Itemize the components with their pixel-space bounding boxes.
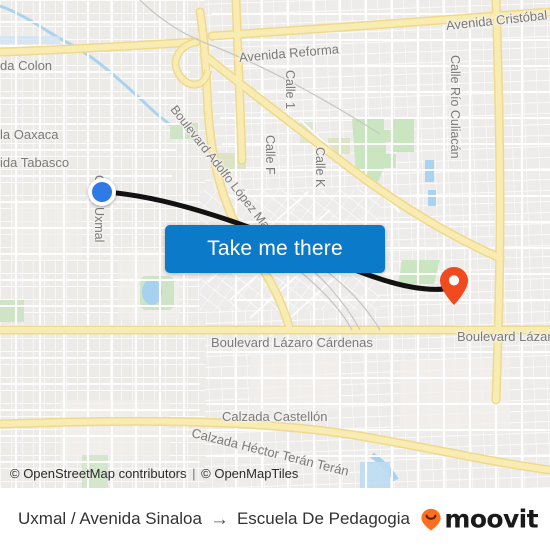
origin-marker[interactable] <box>88 178 116 206</box>
map-canvas[interactable]: da Colon la Oaxaca ida Tabasco Calle Uxmal B… <box>0 0 550 488</box>
moovit-trip-map-screen: da Colon la Oaxaca ida Tabasco Calle Uxmal B… <box>0 0 550 550</box>
attribution-osm[interactable]: © OpenStreetMap contributors <box>10 466 187 481</box>
moovit-wordmark: moovit <box>444 504 538 534</box>
moovit-pin-icon <box>421 508 441 530</box>
bottom-bar: Uxmal / Avenida Sinaloa → Escuela De Ped… <box>0 488 550 550</box>
trip-title: Uxmal / Avenida Sinaloa → Escuela De Ped… <box>18 509 410 529</box>
attribution-maptiles[interactable]: © OpenMapTiles <box>201 466 298 481</box>
destination-marker[interactable] <box>439 266 469 306</box>
arrow-right-icon: → <box>209 508 229 530</box>
take-me-there-button[interactable]: Take me there <box>165 225 385 273</box>
moovit-logo[interactable]: moovit <box>420 504 539 534</box>
trip-origin-label: Uxmal / Avenida Sinaloa <box>18 509 202 528</box>
map-pin-icon <box>440 267 468 305</box>
trip-destination-label: Escuela De Pedagogia <box>236 509 410 528</box>
map-attribution: © OpenStreetMap contributors | © OpenMap… <box>10 466 298 481</box>
attribution-separator: | <box>192 466 196 481</box>
